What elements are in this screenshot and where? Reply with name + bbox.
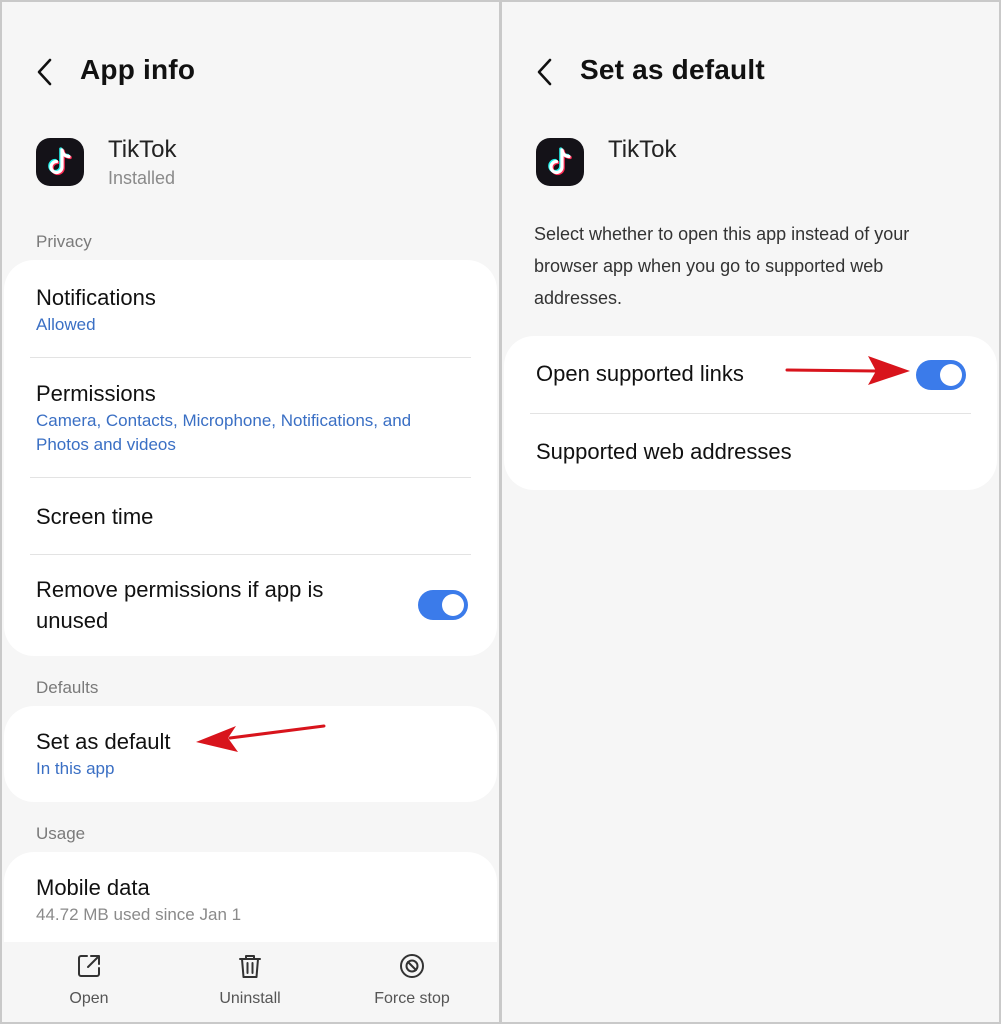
bottom-action-bar: Open Uninstall Force stop [2,942,499,1022]
open-supported-links-toggle[interactable] [916,360,966,390]
mobile-data-usage: 44.72 MB used since Jan 1 [36,905,242,924]
page-title: App info [80,54,196,85]
remove-permissions-toggle[interactable] [418,590,468,620]
open-label: Open [69,990,109,1007]
mobile-data-title: Mobile data [36,875,150,900]
force-stop-label: Force stop [374,990,450,1007]
tiktok-app-icon [536,138,584,186]
remove-permissions-title: Remove permissions if app is unused [36,577,324,633]
trash-icon [239,955,261,978]
uninstall-button[interactable]: Uninstall [190,952,310,1008]
divider [30,357,471,358]
section-label-usage: Usage [36,824,86,843]
app-info-header: App info [2,52,499,92]
divider [530,413,971,414]
toggle-knob [940,364,962,386]
supported-web-addresses-item[interactable]: Supported web addresses [536,436,967,467]
notifications-item[interactable]: Notifications Allowed [36,282,467,337]
screen-time-item[interactable]: Screen time [36,501,467,532]
force-stop-icon [400,954,424,978]
app-name: TikTok [608,136,677,163]
section-label-privacy: Privacy [36,232,92,251]
mobile-data-item[interactable]: Mobile data 44.72 MB used since Jan 1 [36,872,467,927]
divider [30,477,471,478]
remove-permissions-item[interactable]: Remove permissions if app is unused [36,574,357,636]
permissions-list: Camera, Contacts, Microphone, Notificati… [36,411,412,454]
uninstall-label: Uninstall [219,990,281,1007]
open-external-icon [78,955,100,977]
section-label-defaults: Defaults [36,678,99,697]
back-arrow-icon[interactable] [532,54,562,90]
app-name: TikTok [108,136,177,163]
tiktok-app-icon [36,138,84,186]
divider [30,554,471,555]
app-header: TikTok Installed [36,136,456,196]
permissions-title: Permissions [36,381,156,406]
open-button[interactable]: Open [29,952,149,1008]
red-arrow-annotation-icon [196,724,326,752]
notifications-status: Allowed [36,315,96,334]
supported-web-addresses-title: Supported web addresses [536,439,792,464]
permissions-item[interactable]: Permissions Camera, Contacts, Microphone… [36,378,447,457]
set-as-default-header: Set as default [502,52,999,92]
app-status: Installed [108,168,176,188]
links-card: Open supported links Supported web addre… [504,336,997,490]
set-as-default-sub: In this app [36,759,115,778]
app-info-screen: App info TikTok Installed Privacy Notifi… [2,2,499,1022]
privacy-card: Notifications Allowed Permissions Camera… [4,260,497,656]
force-stop-button[interactable]: Force stop [352,952,472,1008]
app-header: TikTok [536,136,956,196]
description-text: Select whether to open this app instead … [534,224,910,308]
red-arrow-annotation-icon [785,356,910,385]
screen-time-title: Screen time [36,504,154,529]
notifications-title: Notifications [36,285,156,310]
back-arrow-icon[interactable] [32,54,62,90]
toggle-knob [442,594,464,616]
page-title: Set as default [580,54,765,85]
set-as-default-screen: Set as default TikTok Select whether to … [502,2,999,1022]
